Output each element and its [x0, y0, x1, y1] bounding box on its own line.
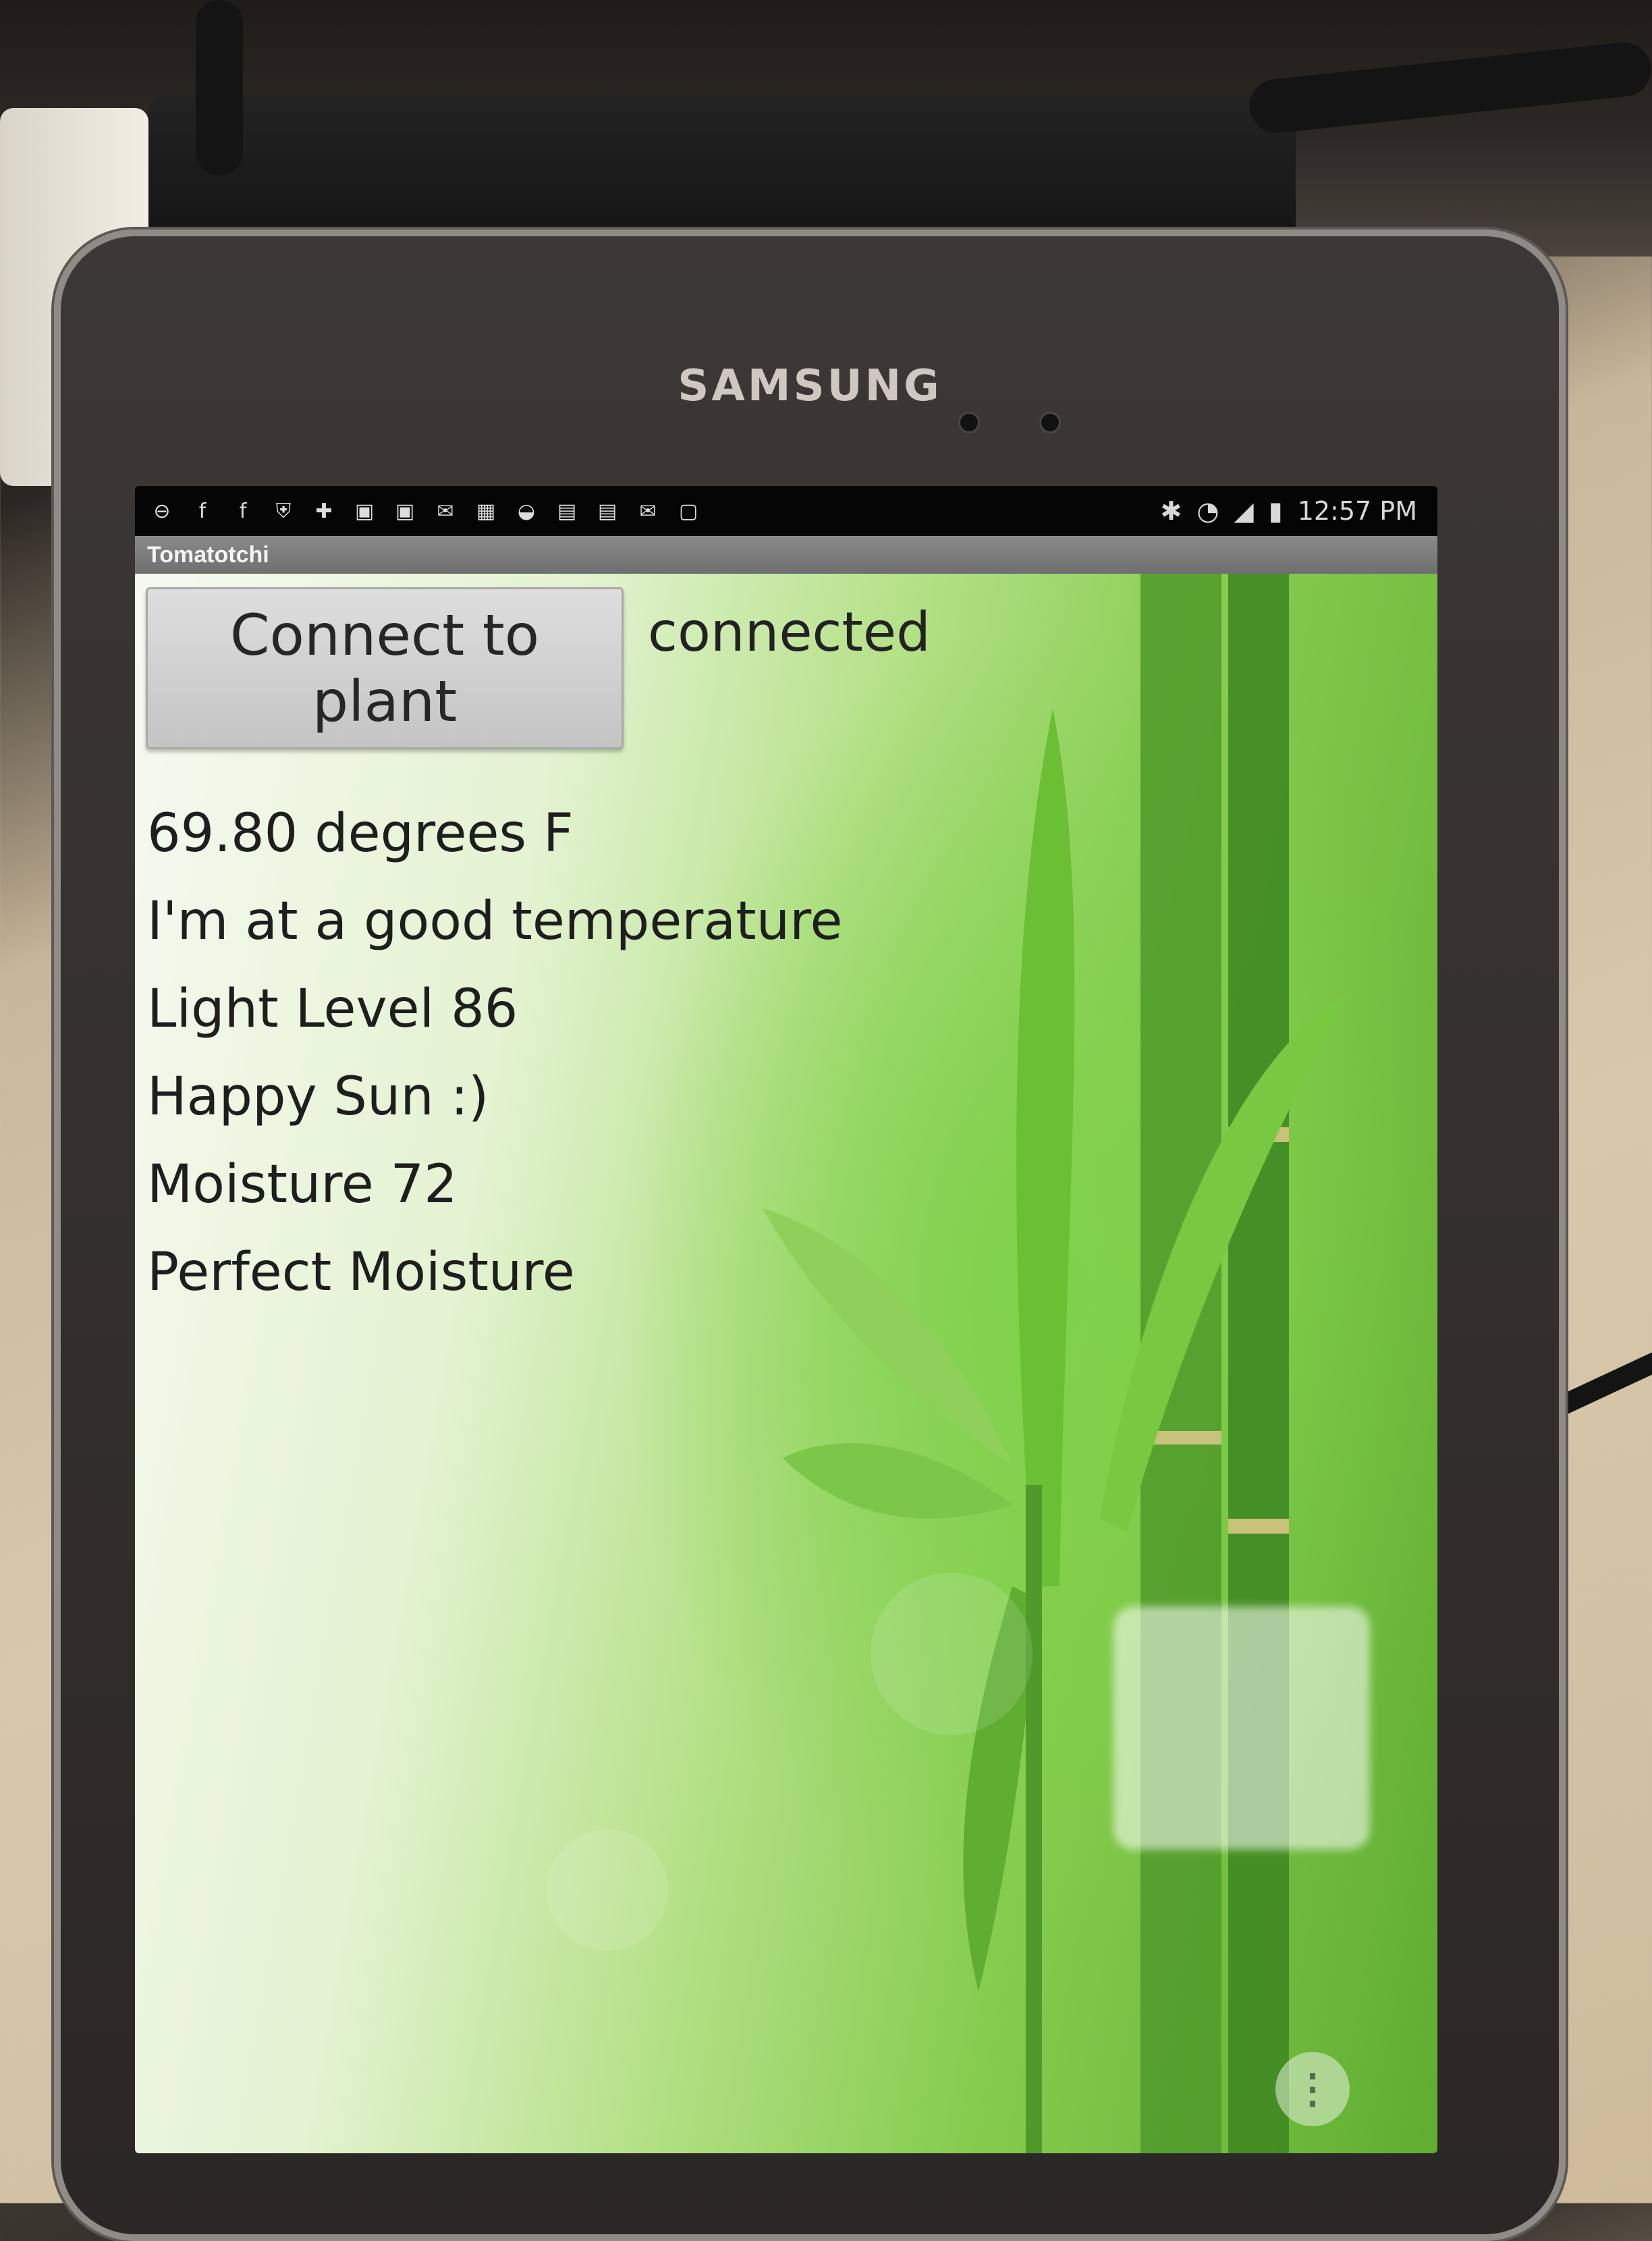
- front-camera: [958, 412, 980, 433]
- facebook-icon: f: [198, 499, 206, 523]
- temperature-reading: 69.80 degrees F: [147, 803, 574, 864]
- temperature-status: I'm at a good temperature: [147, 891, 843, 952]
- sensor: [1039, 412, 1061, 433]
- clock: 12:57 PM: [1297, 496, 1417, 526]
- tablet-device: SAMSUNG ⊖ f f ⛨ ✚ ▣ ▣ ✉ ▦ ◒ ▤ ▤ ✉ ▢ ✱ ◔ …: [54, 230, 1566, 2241]
- wifi-icon: ◔: [1196, 496, 1219, 526]
- bluetooth-icon: ✱: [1160, 496, 1182, 526]
- gmail-icon: ✉: [437, 499, 454, 523]
- light-status: Happy Sun :): [147, 1066, 489, 1127]
- status-right: ✱ ◔ ◢ ▮ 12:57 PM: [1161, 496, 1437, 526]
- status-bar: ⊖ f f ⛨ ✚ ▣ ▣ ✉ ▦ ◒ ▤ ▤ ✉ ▢ ✱ ◔ ◢ ▮ 12:5…: [135, 486, 1437, 536]
- screen: ⊖ f f ⛨ ✚ ▣ ▣ ✉ ▦ ◒ ▤ ▤ ✉ ▢ ✱ ◔ ◢ ▮ 12:5…: [135, 486, 1437, 2153]
- overflow-menu-icon[interactable]: ⋮: [1275, 2052, 1350, 2126]
- notification-icons: ⊖ f f ⛨ ✚ ▣ ▣ ✉ ▦ ◒ ▤ ▤ ✉ ▢: [135, 499, 702, 523]
- moisture-status: Perfect Moisture: [147, 1242, 575, 1303]
- moisture-reading: Moisture 72: [147, 1154, 458, 1215]
- gallery-icon: ▣: [395, 499, 415, 523]
- light-level-reading: Light Level 86: [147, 979, 518, 1040]
- cable: [196, 0, 243, 176]
- mail-icon: ✉: [639, 499, 657, 523]
- plus-icon: ✚: [315, 499, 333, 523]
- gallery-icon: ▣: [354, 499, 375, 523]
- store-icon: ▤: [597, 499, 617, 523]
- shield-icon: ⛨: [275, 499, 292, 523]
- app-title-bar: Tomatotchi: [135, 536, 1437, 574]
- app-content: Connect to plant connected 69.80 degrees…: [135, 574, 1437, 2153]
- store-icon: ▤: [557, 499, 577, 523]
- light-glare: [1113, 1606, 1370, 1850]
- briefcase-icon: ▢: [678, 499, 698, 523]
- calendar-icon: ▦: [476, 499, 496, 523]
- app-title: Tomatotchi: [147, 541, 269, 568]
- connection-status: connected: [648, 601, 931, 664]
- battery-icon: ▮: [1268, 496, 1283, 526]
- facebook-icon: f: [239, 499, 247, 523]
- wifi-icon: ◒: [517, 499, 536, 523]
- signal-icon: ◢: [1234, 496, 1254, 526]
- connect-to-plant-button[interactable]: Connect to plant: [146, 587, 624, 749]
- minus-icon: ⊖: [153, 499, 171, 523]
- brand-logo: SAMSUNG: [678, 361, 942, 411]
